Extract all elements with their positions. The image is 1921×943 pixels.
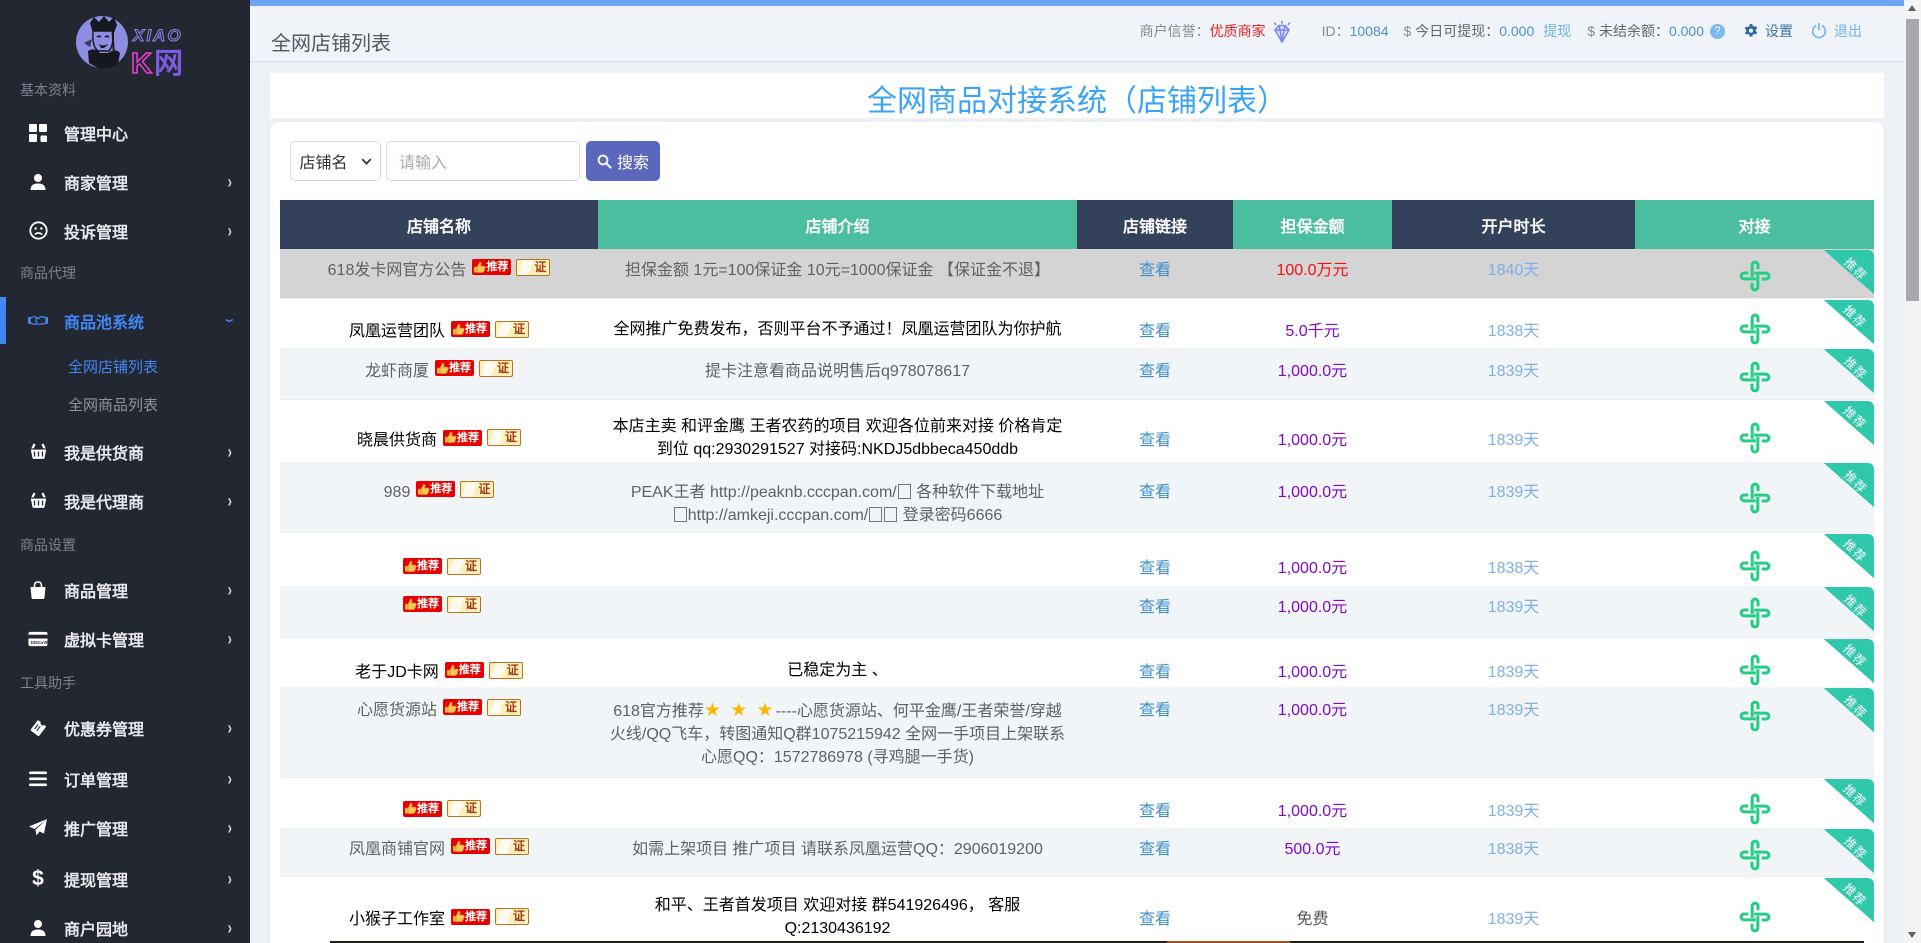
svg-text:DISC●VER: DISC●VER [31, 639, 48, 644]
